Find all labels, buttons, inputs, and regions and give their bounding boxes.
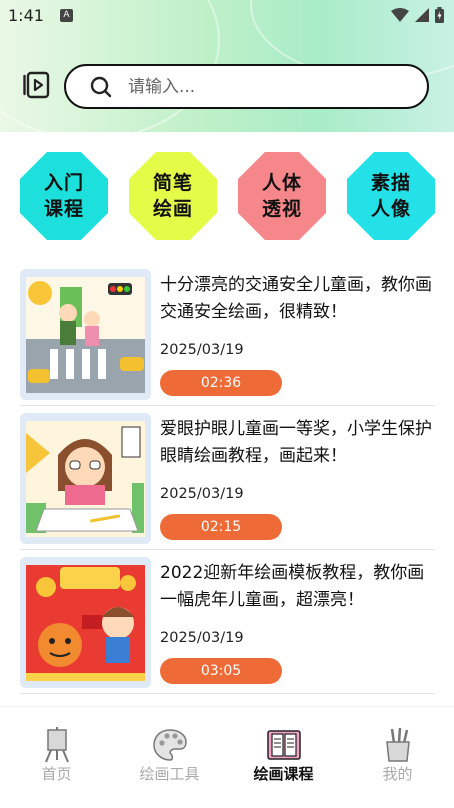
category-body-perspective[interactable]: 人体 透视: [236, 150, 328, 242]
easel-icon: [44, 727, 69, 763]
nav-label: 绘画工具: [139, 765, 200, 783]
nav-mine[interactable]: 我的: [341, 727, 454, 784]
category-beginner[interactable]: 入门 课程: [18, 150, 110, 242]
status-time: 1:41: [8, 6, 44, 25]
nav-label: 我的: [382, 765, 413, 783]
category-sketch-portrait[interactable]: 素描 人像: [345, 150, 437, 242]
category-row: 入门 课程 简笔 绘画 人体 透视 素描 人像: [0, 150, 454, 246]
nav-home[interactable]: 首页: [0, 727, 113, 784]
course-duration-badge: 02:15: [160, 514, 282, 540]
nav-label: 首页: [41, 765, 72, 783]
signal-icon: [415, 8, 429, 22]
palette-icon: [152, 729, 187, 761]
nav-drawing-courses[interactable]: 绘画课程: [227, 727, 340, 784]
course-date: 2025/03/19: [160, 630, 244, 646]
course-date: 2025/03/19: [160, 486, 244, 502]
category-label: 入门 课程: [43, 172, 84, 220]
nav-label: 绘画课程: [253, 765, 314, 783]
brush-cup-icon: [385, 727, 410, 762]
book-icon: [266, 730, 301, 760]
course-item[interactable]: 2022迎新年绘画模板教程，教你画一幅虎年儿童画，超漂亮！ 2025/03/19…: [0, 550, 454, 694]
divider: [20, 693, 434, 694]
category-simple-drawing[interactable]: 简笔 绘画: [127, 150, 219, 242]
course-duration-badge: 03:05: [160, 658, 282, 684]
status-icons: [391, 7, 444, 23]
nav-drawing-tools[interactable]: 绘画工具: [113, 727, 226, 784]
category-label: 素描 人像: [370, 172, 411, 220]
course-thumbnail: [20, 557, 151, 688]
course-duration-badge: 02:36: [160, 370, 282, 396]
bottom-navigation: 首页 绘画工具 绘画课程 我的: [0, 706, 454, 808]
course-title: 爱眼护眼儿童画一等奖，小学生保护眼睛绘画教程，画起来！: [160, 419, 432, 466]
course-thumbnail: [20, 269, 151, 400]
category-label: 简笔 绘画: [152, 172, 193, 220]
battery-icon: [435, 7, 444, 23]
course-title: 2022迎新年绘画模板教程，教你画一幅虎年儿童画，超漂亮！: [160, 563, 425, 610]
status-bar: 1:41 A: [0, 0, 454, 32]
notification-a-icon: A: [60, 9, 73, 22]
search-bar[interactable]: [64, 64, 429, 109]
search-input[interactable]: [128, 74, 408, 100]
search-icon: [90, 76, 112, 98]
course-item[interactable]: 十分漂亮的交通安全儿童画，教你画交通安全绘画，很精致！ 2025/03/19 0…: [0, 262, 454, 406]
course-date: 2025/03/19: [160, 342, 244, 358]
category-label: 人体 透视: [261, 172, 302, 220]
course-thumbnail: [20, 413, 151, 544]
wifi-icon: [391, 8, 409, 22]
video-icon[interactable]: [22, 70, 52, 100]
course-title: 十分漂亮的交通安全儿童画，教你画交通安全绘画，很精致！: [160, 275, 432, 322]
course-item[interactable]: 爱眼护眼儿童画一等奖，小学生保护眼睛绘画教程，画起来！ 2025/03/19 0…: [0, 406, 454, 550]
